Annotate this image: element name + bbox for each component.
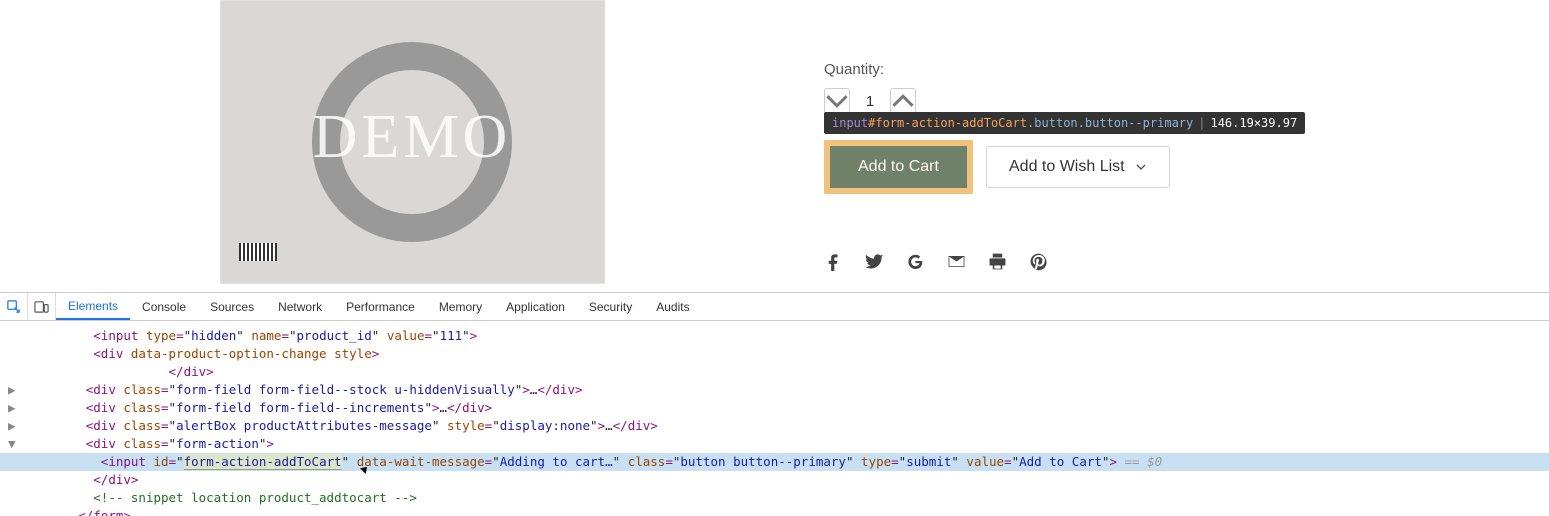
chevron-down-icon — [825, 89, 849, 113]
quantity-increase-button[interactable] — [890, 88, 916, 114]
tab-performance[interactable]: Performance — [334, 293, 427, 320]
facebook-icon[interactable] — [824, 252, 843, 271]
social-share-row — [824, 252, 1048, 271]
dom-line[interactable]: ▶ <div class="form-field form-field--sto… — [0, 381, 1549, 399]
dom-line[interactable]: </form> — [0, 507, 1549, 516]
barcode-graphic — [239, 243, 277, 261]
quantity-label: Quantity: — [824, 61, 1521, 78]
tab-security[interactable]: Security — [577, 293, 644, 320]
product-image-area: DEMO — [0, 0, 824, 292]
tooltip-tag: input — [832, 116, 868, 130]
tab-network[interactable]: Network — [266, 293, 334, 320]
tab-audits[interactable]: Audits — [644, 293, 701, 320]
tooltip-separator: | — [1198, 116, 1205, 130]
tab-application[interactable]: Application — [494, 293, 577, 320]
chevron-up-icon — [891, 89, 915, 113]
quantity-decrease-button[interactable] — [824, 88, 850, 114]
devtools-tabs: Elements Console Sources Network Perform… — [56, 293, 702, 320]
tooltip-dimensions: 146.19×39.97 — [1210, 116, 1297, 130]
add-to-cart-button[interactable]: Add to Cart — [830, 146, 967, 188]
dom-line[interactable]: </div> — [0, 471, 1549, 489]
product-info-panel: Quantity: input#form-action-addToCart.bu… — [824, 0, 1549, 292]
inspect-element-tooltip: input#form-action-addToCart.button.butto… — [824, 112, 1305, 134]
dom-line[interactable]: <!-- snippet location product_addtocart … — [0, 489, 1549, 507]
elements-dom-tree[interactable]: <input type="hidden" name="product_id" v… — [0, 321, 1549, 516]
dom-line[interactable]: </div> — [0, 363, 1549, 381]
add-to-wishlist-button[interactable]: Add to Wish List — [986, 146, 1170, 188]
pinterest-icon[interactable] — [1029, 252, 1048, 271]
google-icon[interactable] — [906, 252, 925, 271]
inspect-highlight-overlay: Add to Cart — [824, 140, 973, 194]
devtools-toolbar: Elements Console Sources Network Perform… — [0, 293, 1549, 321]
chevron-down-icon — [1135, 161, 1147, 173]
product-image: DEMO — [220, 0, 605, 284]
dom-line[interactable]: <input type="hidden" name="product_id" v… — [0, 327, 1549, 345]
tooltip-id: #form-action-addToCart — [868, 116, 1027, 130]
dom-line[interactable]: ▶ <div class="form-field form-field--inc… — [0, 399, 1549, 417]
wishlist-label: Add to Wish List — [1009, 158, 1125, 176]
tab-console[interactable]: Console — [130, 293, 198, 320]
tab-sources[interactable]: Sources — [198, 293, 266, 320]
print-icon[interactable] — [988, 252, 1007, 271]
dom-line[interactable]: ▶ <div class="alertBox productAttributes… — [0, 417, 1549, 435]
dom-line[interactable]: ▼ <div class="form-action"> — [0, 435, 1549, 453]
twitter-icon[interactable] — [865, 252, 884, 271]
dom-line[interactable]: <input id="form-action-addToCart" data-w… — [0, 453, 1549, 471]
demo-watermark: DEMO — [313, 102, 512, 173]
quantity-input[interactable] — [850, 88, 890, 114]
inspect-element-button[interactable] — [0, 293, 28, 321]
email-icon[interactable] — [947, 252, 966, 271]
dom-line[interactable]: <div data-product-option-change style> — [0, 345, 1549, 363]
devtools-panel: Elements Console Sources Network Perform… — [0, 292, 1549, 516]
device-toolbar-button[interactable] — [28, 293, 56, 321]
tab-elements[interactable]: Elements — [56, 293, 130, 320]
tooltip-classes: .button.button--primary — [1027, 116, 1193, 130]
tab-memory[interactable]: Memory — [427, 293, 494, 320]
